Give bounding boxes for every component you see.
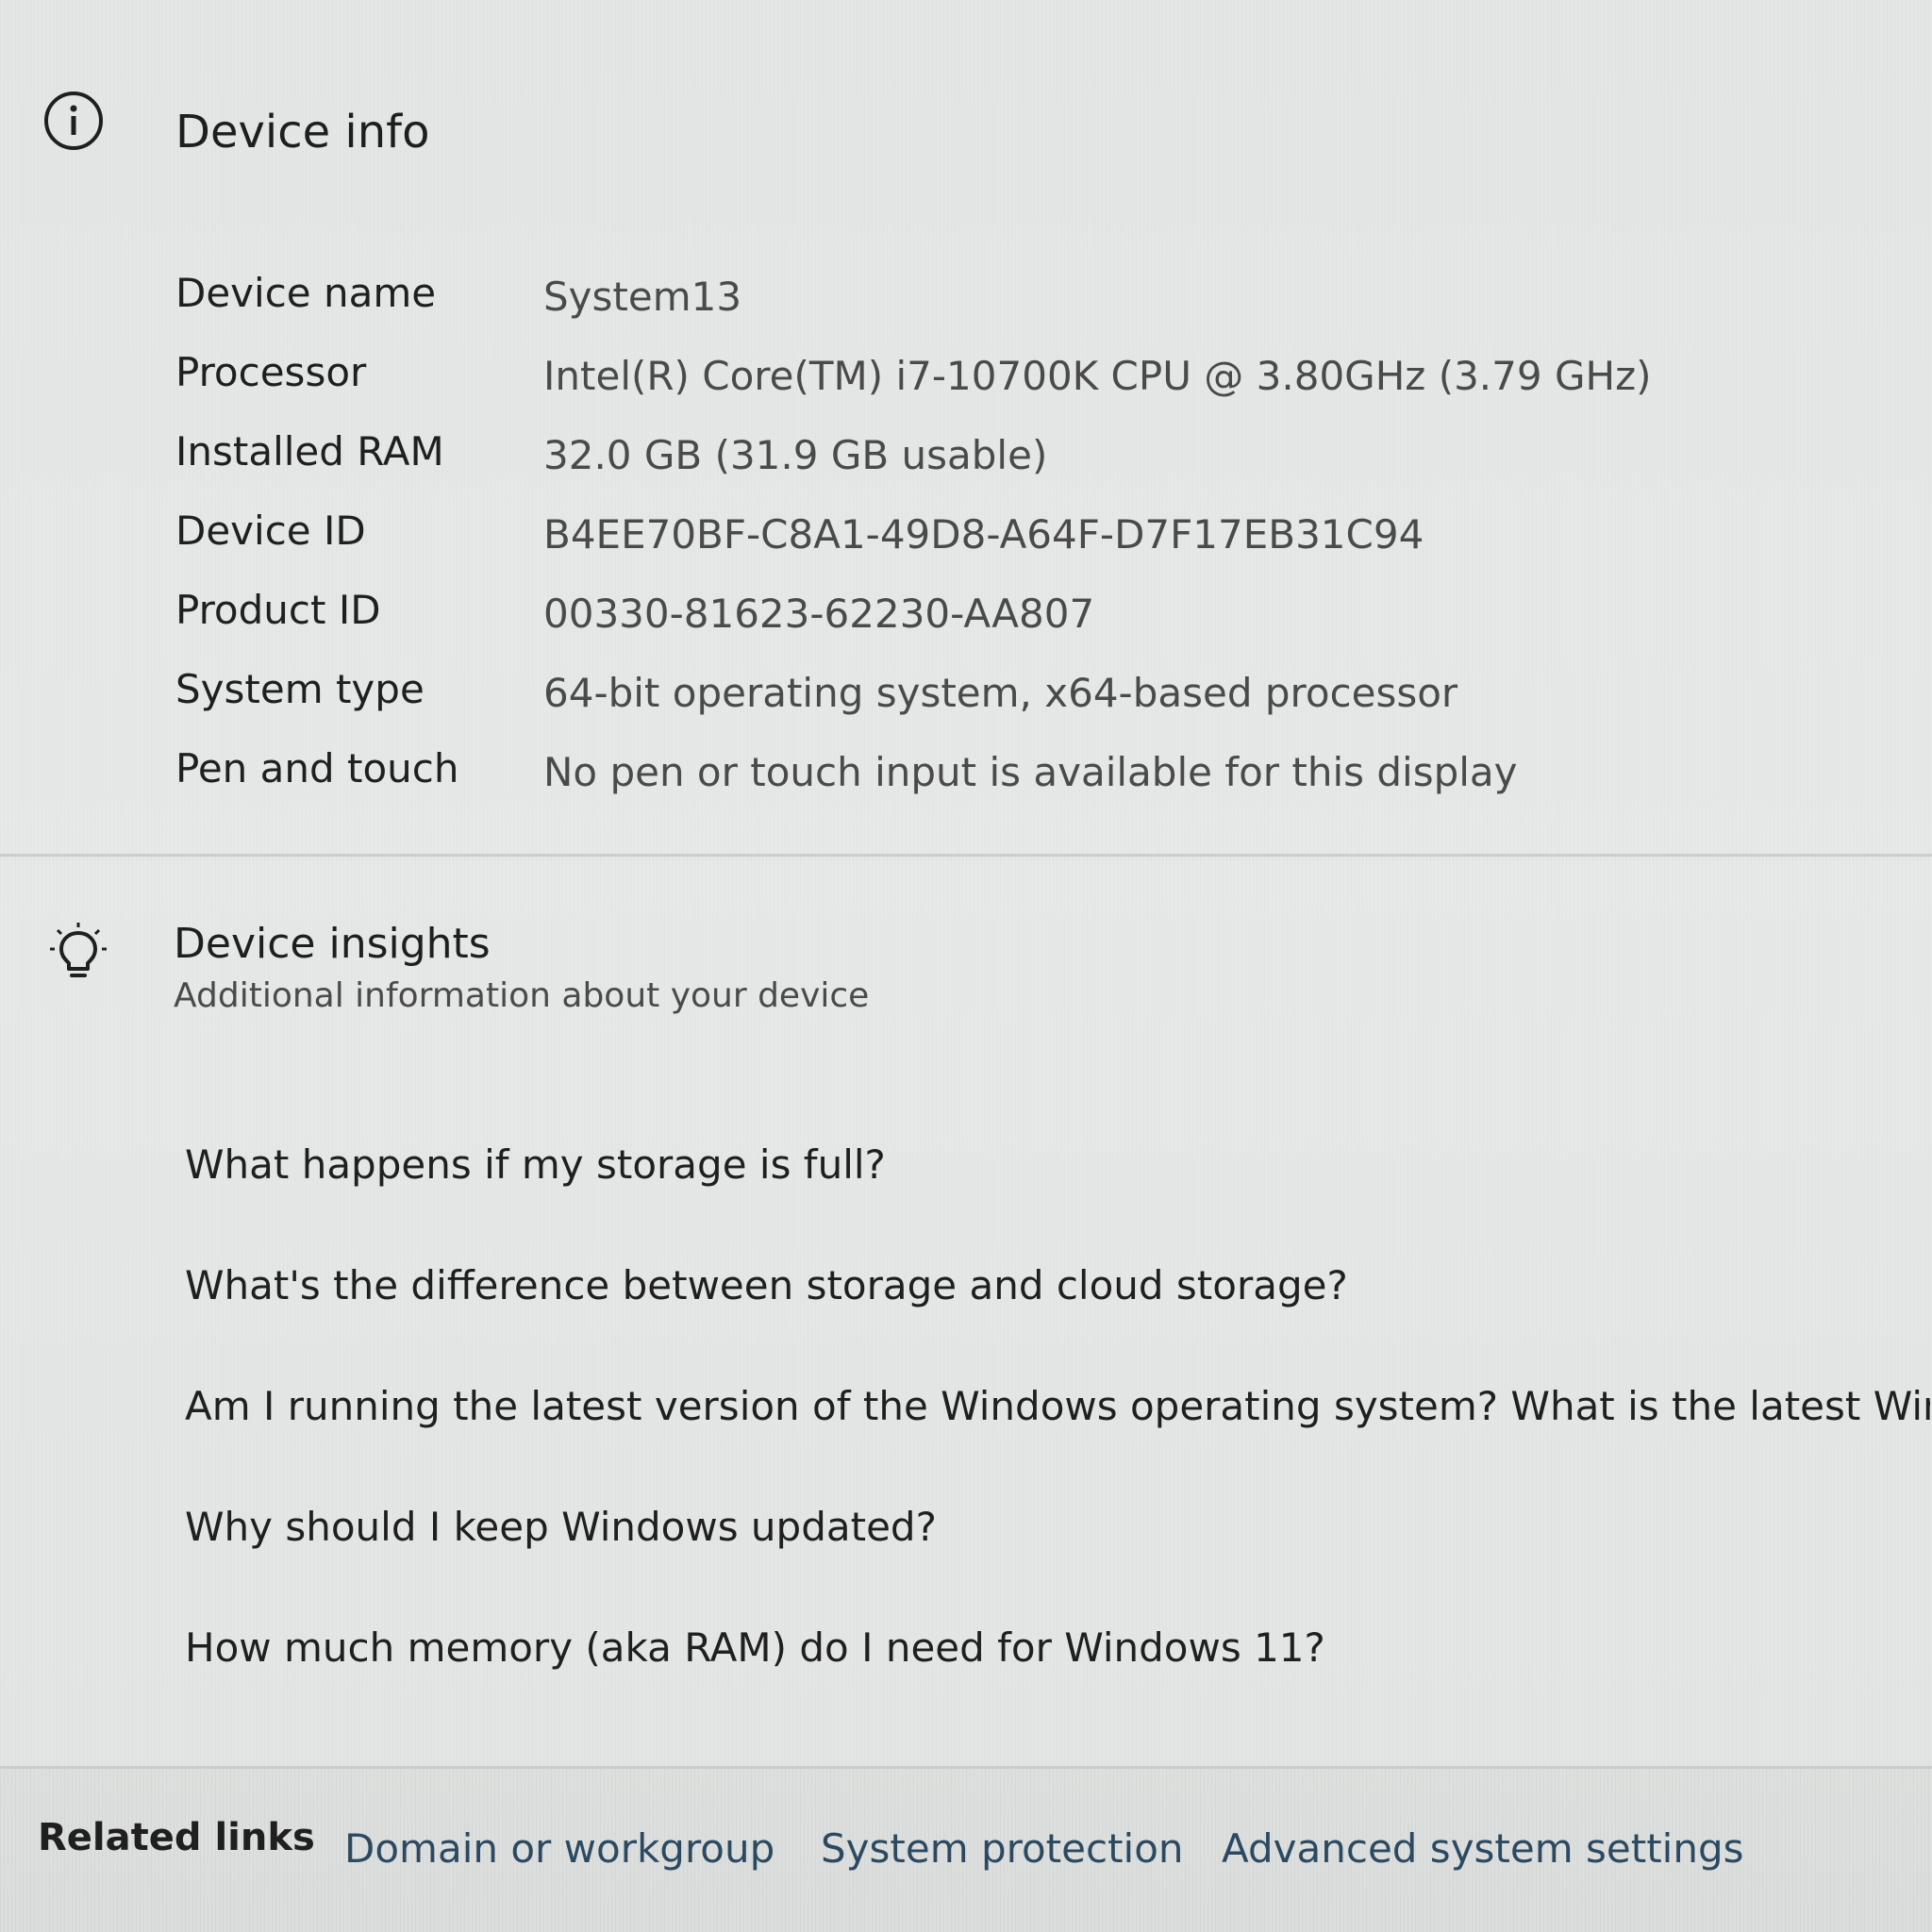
lightbulb-icon <box>50 923 107 977</box>
spec-row-installed-ram: Installed RAM 32.0 GB (31.9 GB usable) <box>175 428 1874 508</box>
spec-value[interactable]: 32.0 GB (31.9 GB usable) <box>543 432 1047 478</box>
spec-label: System type <box>175 666 425 712</box>
spec-row-product-id: Product ID 00330-81623-62230-AA807 <box>175 587 1874 666</box>
device-info-title: Device info <box>175 106 430 158</box>
insights-question-list: What happens if my storage is full? What… <box>185 1141 1930 1745</box>
spec-value[interactable]: No pen or touch input is available for t… <box>543 749 1518 795</box>
spec-label: Product ID <box>175 587 381 633</box>
spec-value[interactable]: Intel(R) Core(TM) i7-10700K CPU @ 3.80GH… <box>543 353 1652 399</box>
spec-label: Installed RAM <box>175 428 444 475</box>
spec-value[interactable]: 64-bit operating system, x64-based proce… <box>543 670 1457 716</box>
spec-value[interactable]: 00330-81623-62230-AA807 <box>543 591 1094 637</box>
insight-question-cloud-storage[interactable]: What's the difference between storage an… <box>185 1262 1930 1383</box>
insight-question-storage-full[interactable]: What happens if my storage is full? <box>185 1141 1930 1262</box>
section-divider <box>0 1766 1932 1769</box>
spec-value[interactable]: B4EE70BF-C8A1-49D8-A64F-D7F17EB31C94 <box>543 511 1424 558</box>
spec-row-system-type: System type 64-bit operating system, x64… <box>175 666 1874 745</box>
section-divider <box>0 854 1932 857</box>
insight-question-memory[interactable]: How much memory (aka RAM) do I need for … <box>185 1624 1930 1745</box>
info-icon <box>44 92 103 150</box>
spec-row-device-name: Device name System13 <box>175 270 1874 349</box>
spec-label: Device name <box>175 270 437 316</box>
spec-row-pen-and-touch: Pen and touch No pen or touch input is a… <box>175 745 1874 824</box>
device-insights-subtitle: Additional information about your device <box>174 976 870 1015</box>
device-insights-title: Device insights <box>174 920 491 968</box>
spec-label: Pen and touch <box>175 745 459 791</box>
system-protection-link[interactable]: System protection <box>821 1825 1184 1872</box>
device-specs-list: Device name System13 Processor Intel(R) … <box>175 270 1874 824</box>
advanced-system-settings-link[interactable]: Advanced system settings <box>1222 1825 1744 1872</box>
spec-row-processor: Processor Intel(R) Core(TM) i7-10700K CP… <box>175 349 1874 428</box>
domain-or-workgroup-link[interactable]: Domain or workgroup <box>344 1825 774 1872</box>
spec-label: Device ID <box>175 508 366 554</box>
settings-page: Device info Device name System13 Process… <box>0 0 1932 1932</box>
related-links-bar: Related links Domain or workgroup System… <box>38 1816 1924 1891</box>
spec-row-device-id: Device ID B4EE70BF-C8A1-49D8-A64F-D7F17E… <box>175 508 1874 587</box>
spec-label: Processor <box>175 349 367 395</box>
insight-question-latest-version[interactable]: Am I running the latest version of the W… <box>185 1383 1930 1504</box>
spec-value[interactable]: System13 <box>543 274 741 320</box>
related-links-label: Related links <box>38 1816 315 1859</box>
insight-question-keep-updated[interactable]: Why should I keep Windows updated? <box>185 1504 1930 1624</box>
